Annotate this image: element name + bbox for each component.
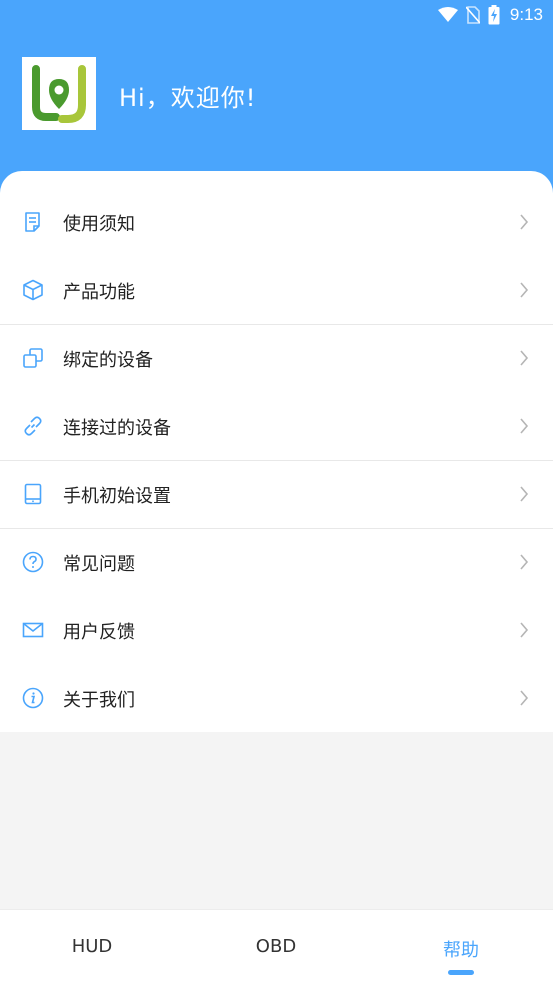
- tab-hud[interactable]: HUD: [0, 910, 184, 983]
- battery-charging-icon: [488, 5, 500, 25]
- cube-icon: [22, 279, 44, 301]
- chevron-right-icon: [519, 689, 529, 707]
- wifi-icon: [437, 7, 458, 23]
- devices-icon: [22, 347, 44, 369]
- help-screen: 9:13 Hi，欢迎你! 使用须知 产品功能 绑定的设备 连接过的设备 手机初始…: [0, 0, 553, 983]
- link-icon: [22, 415, 44, 437]
- no-sim-icon: [465, 6, 480, 24]
- tablet-icon: [22, 483, 44, 505]
- menu-item-label: 绑定的设备: [63, 350, 153, 371]
- chevron-right-icon: [519, 349, 529, 367]
- active-tab-indicator: [448, 970, 474, 975]
- menu-item-connected-devices[interactable]: 连接过的设备: [0, 393, 553, 461]
- menu-item-label: 用户反馈: [63, 622, 135, 643]
- chevron-right-icon: [519, 213, 529, 231]
- menu-item-label: 产品功能: [63, 282, 135, 303]
- menu-item-label: 连接过的设备: [63, 418, 171, 439]
- menu-item-label: 常见问题: [63, 554, 135, 575]
- menu-item-phone-setup[interactable]: 手机初始设置: [0, 461, 553, 529]
- info-icon: [22, 687, 44, 709]
- chevron-right-icon: [519, 621, 529, 639]
- menu-item-usage-notes[interactable]: 使用须知: [0, 189, 553, 257]
- question-icon: [22, 551, 44, 573]
- tab-help[interactable]: 帮助: [369, 910, 553, 983]
- status-time: 9:13: [509, 5, 543, 24]
- mail-icon: [22, 619, 44, 641]
- menu-item-product-features[interactable]: 产品功能: [0, 257, 553, 325]
- tab-obd[interactable]: OBD: [184, 910, 368, 983]
- menu-item-faq[interactable]: 常见问题: [0, 529, 553, 597]
- menu-item-bound-devices[interactable]: 绑定的设备: [0, 325, 553, 393]
- menu-item-label: 关于我们: [63, 690, 135, 711]
- greeting-text: Hi，欢迎你!: [119, 84, 257, 112]
- tab-label: 帮助: [443, 940, 479, 961]
- chevron-right-icon: [519, 485, 529, 503]
- menu-card: 使用须知 产品功能 绑定的设备 连接过的设备 手机初始设置 常见问题 用户反馈 …: [0, 171, 553, 732]
- avatar[interactable]: [22, 57, 96, 130]
- menu-item-label: 手机初始设置: [63, 486, 171, 507]
- app-logo-icon: [32, 65, 86, 123]
- tab-label: OBD: [255, 936, 297, 957]
- status-bar: 9:13: [437, 4, 543, 26]
- chevron-right-icon: [519, 417, 529, 435]
- menu-item-label: 使用须知: [63, 214, 135, 235]
- document-icon: [22, 211, 44, 233]
- menu-item-feedback[interactable]: 用户反馈: [0, 597, 553, 665]
- chevron-right-icon: [519, 281, 529, 299]
- bottom-nav: HUD OBD 帮助: [0, 909, 553, 983]
- tab-label: HUD: [71, 936, 113, 957]
- menu-item-about-us[interactable]: 关于我们: [0, 665, 553, 733]
- chevron-right-icon: [519, 553, 529, 571]
